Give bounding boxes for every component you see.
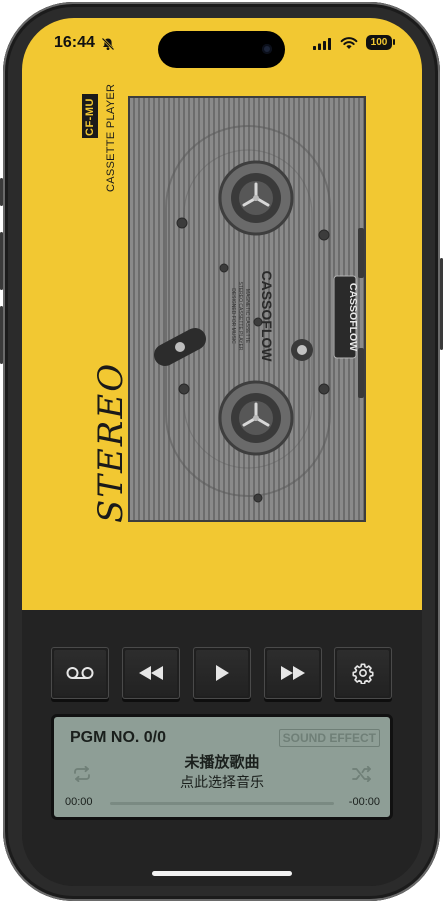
- cassette-window[interactable]: CASSOFLOW CASSOFLOW MAGNETIC CASSETTE ST…: [128, 96, 366, 522]
- cassette-brand: CASSOFLOW: [259, 271, 275, 363]
- cassette-spec-3: DESIGNED FOR MUSIC: [230, 288, 236, 344]
- lcd-display[interactable]: PGM NO. 0/0 SOUND EFFECT 未播放歌曲 点此选择音乐 00…: [51, 714, 393, 820]
- battery-icon: 100: [366, 35, 392, 50]
- model-label: CF-MU: [84, 98, 96, 136]
- settings-button[interactable]: [334, 647, 392, 699]
- time-remaining: -00:00: [348, 796, 380, 808]
- fast-forward-icon: [281, 666, 305, 680]
- rewind-button-face: [125, 650, 177, 696]
- battery-tip: [393, 39, 395, 45]
- silent-switch: [0, 178, 3, 206]
- program-number: PGM NO. 0/0: [70, 729, 167, 746]
- progress-bar[interactable]: [110, 802, 334, 805]
- home-indicator[interactable]: [152, 871, 292, 876]
- wifi-icon: [340, 37, 358, 49]
- select-music-prompt[interactable]: 点此选择音乐: [54, 772, 390, 792]
- play-button-face: [196, 650, 248, 696]
- play-button[interactable]: [193, 647, 251, 699]
- cassette-badge: CASSOFLOW: [347, 283, 359, 351]
- sound-effect-button[interactable]: SOUND EFFECT: [278, 729, 380, 747]
- camera-lens: [262, 44, 272, 54]
- cassette-tape: CASSOFLOW CASSOFLOW MAGNETIC CASSETTE ST…: [153, 125, 364, 503]
- rewind-button[interactable]: [122, 647, 180, 699]
- signal-icon: [313, 38, 331, 50]
- status-time: 16:44: [54, 34, 95, 51]
- volume-down-button: [0, 306, 3, 364]
- fast-forward-button-face: [267, 650, 319, 696]
- play-icon: [216, 665, 229, 681]
- fast-forward-button[interactable]: [264, 647, 322, 699]
- screen: 16:44 100 CF-MU CASSETTE PLAYER STEREO C…: [22, 18, 422, 886]
- song-title: 未播放歌曲: [184, 753, 260, 771]
- rewind-icon: [139, 666, 163, 680]
- cassette-button[interactable]: [51, 647, 109, 699]
- cassette-player-label: CASSETTE PLAYER: [105, 83, 117, 192]
- stereo-label: STEREO: [91, 361, 131, 523]
- settings-button-face: [337, 650, 389, 696]
- time-elapsed: 00:00: [65, 796, 93, 808]
- model-tag: CF-MU: [82, 94, 98, 138]
- gear-icon: [352, 663, 374, 684]
- shuffle-icon[interactable]: [352, 766, 372, 782]
- tape-icon: [66, 667, 94, 679]
- volume-up-button: [0, 232, 3, 290]
- bell-slash-icon: [101, 37, 115, 51]
- cassette-spec-2: STEREO CASSETTE PLAYER: [237, 281, 243, 350]
- cassette-button-face: [54, 650, 106, 696]
- cassette-spec-1: MAGNETIC CASSETTE: [244, 289, 250, 344]
